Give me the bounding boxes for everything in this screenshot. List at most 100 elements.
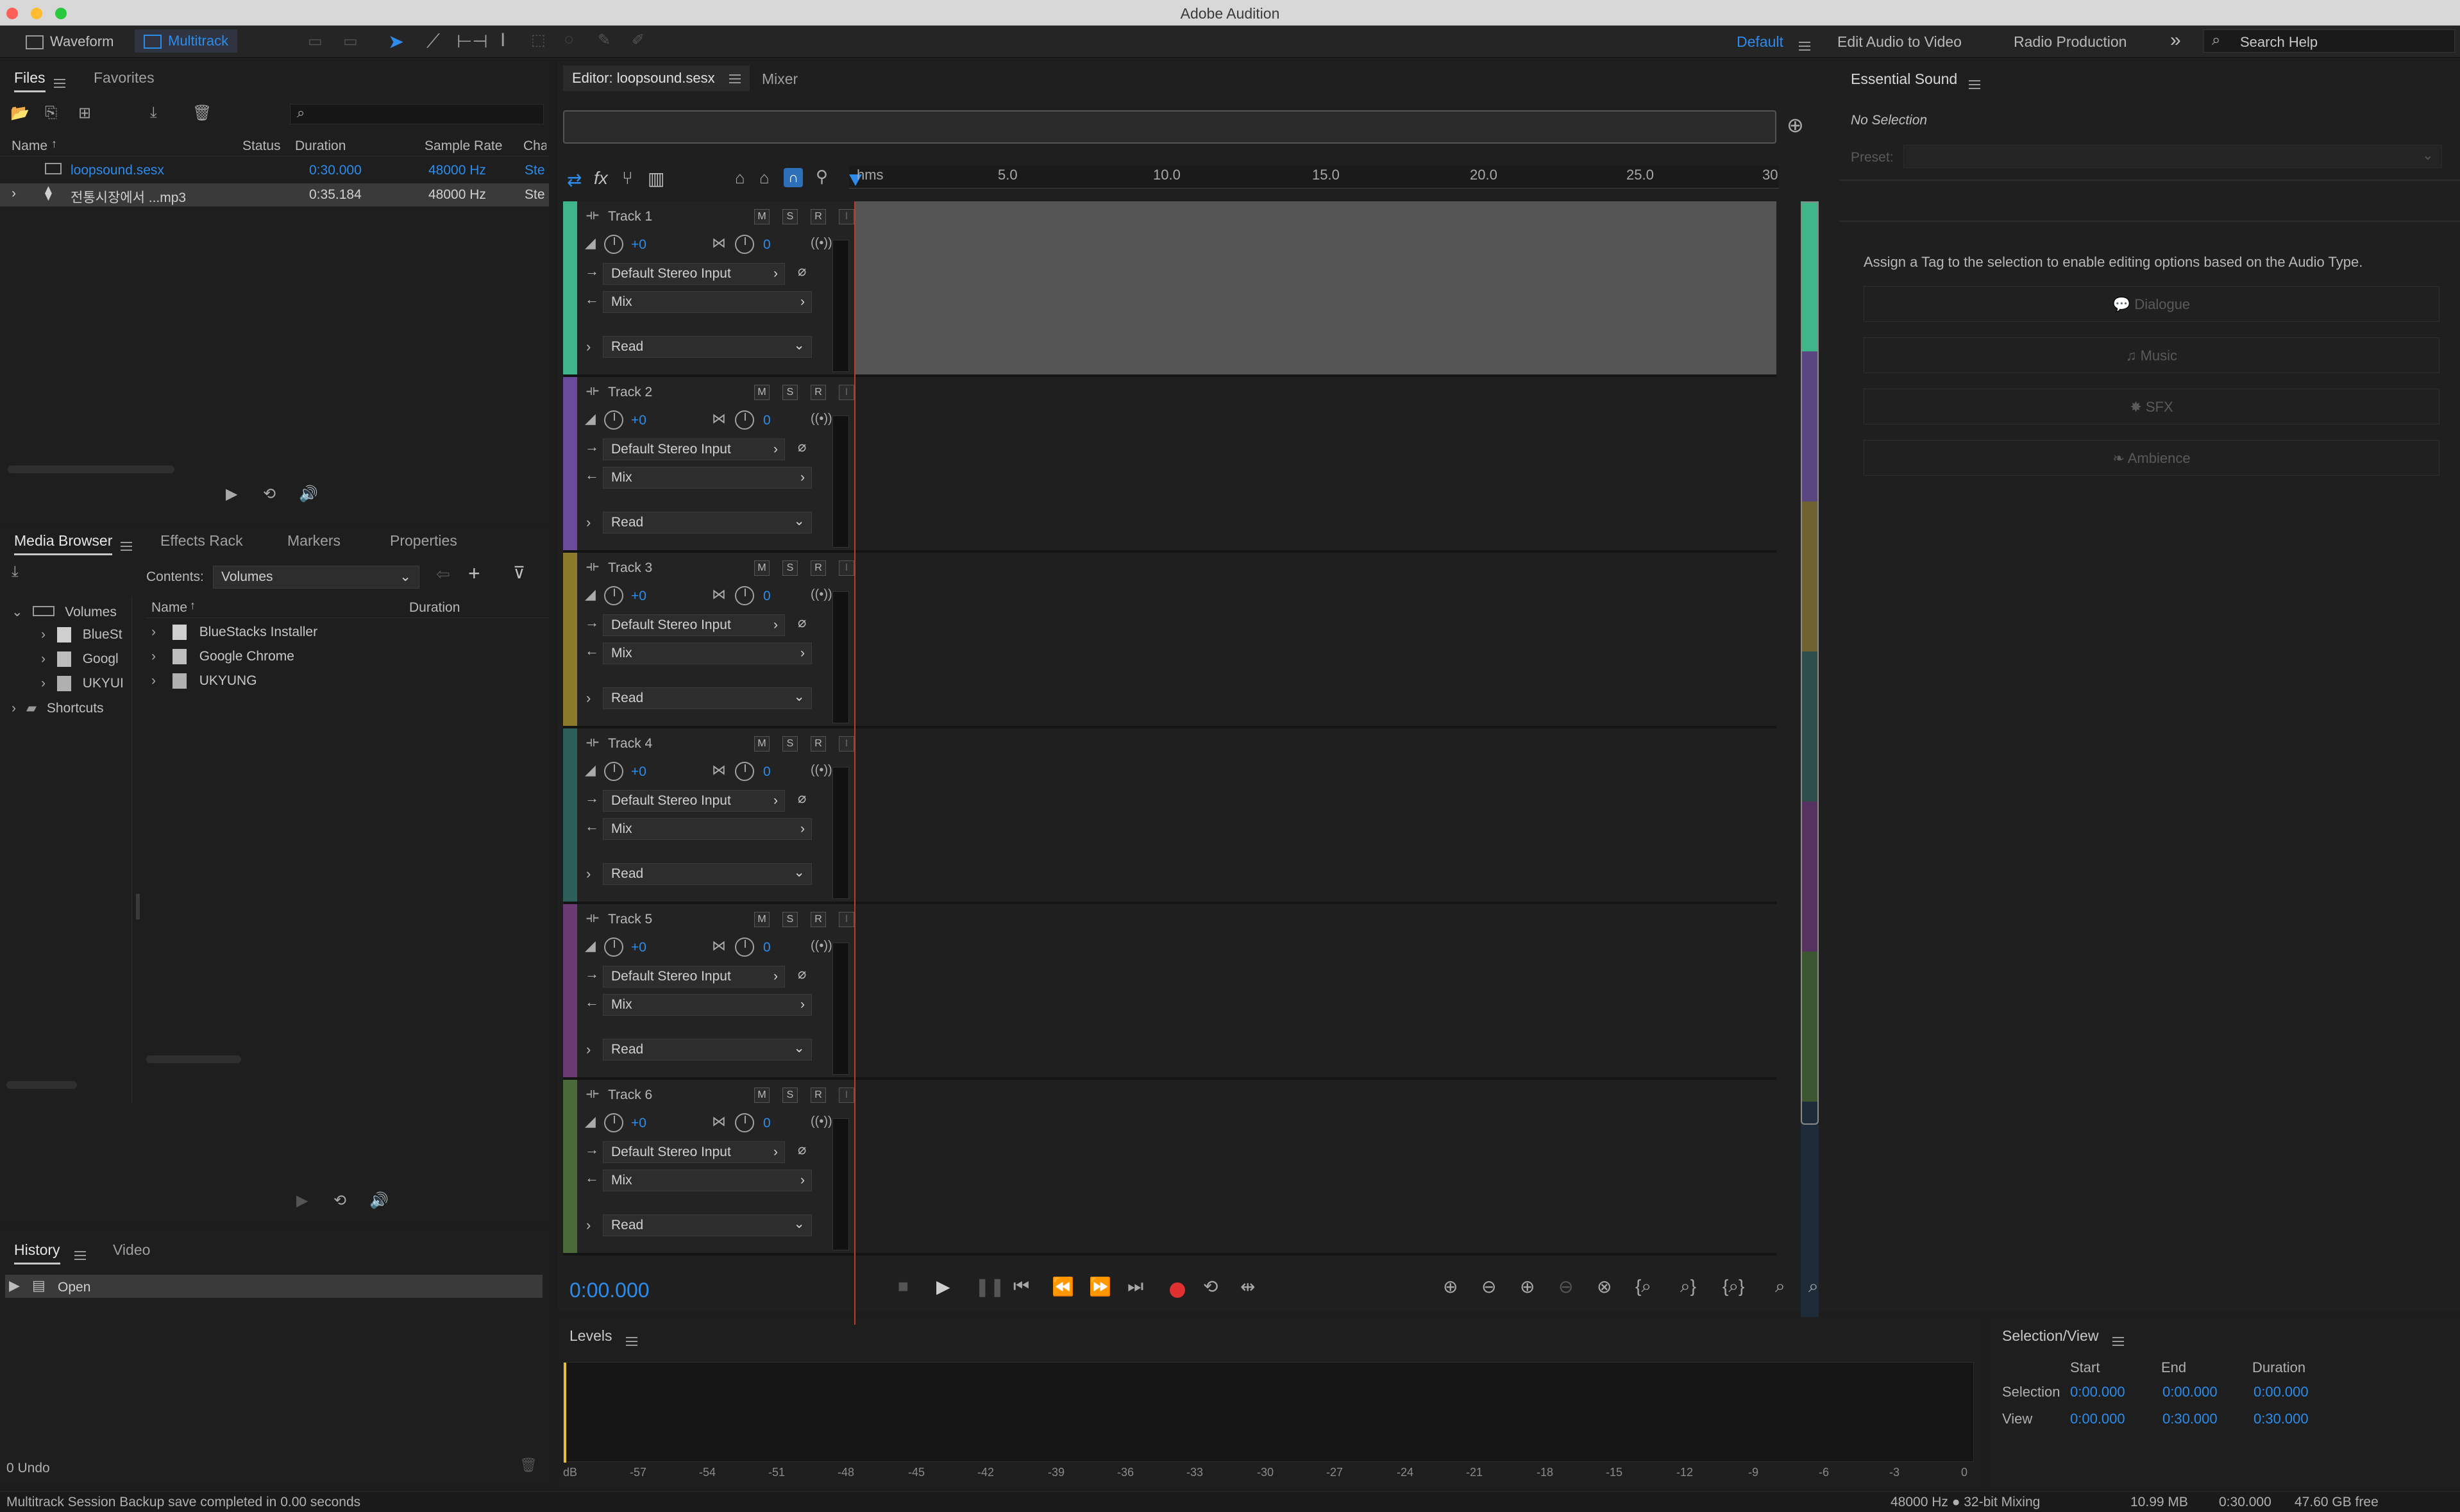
fast-forward-button[interactable]: ⏩ bbox=[1089, 1276, 1111, 1297]
media-list-item[interactable]: › Google Chrome bbox=[151, 649, 294, 665]
tab-markers[interactable]: Markers bbox=[287, 532, 341, 550]
contents-dropdown[interactable]: Volumes ⌄ bbox=[213, 566, 419, 589]
automation-mode-dropdown[interactable]: Read ⌄ bbox=[603, 1039, 812, 1061]
pan-value[interactable]: 0 bbox=[763, 764, 771, 780]
view-end[interactable]: 0:30.000 bbox=[2162, 1411, 2218, 1427]
volume-value[interactable]: +0 bbox=[631, 764, 646, 780]
vertical-zoom-navigator[interactable] bbox=[1801, 201, 1819, 1323]
mute-button[interactable]: M bbox=[754, 1088, 770, 1103]
loop-preview-icon[interactable]: ⟲ bbox=[263, 485, 276, 503]
track-drag-icon[interactable]: ⟛ bbox=[586, 206, 599, 223]
metronome-icon[interactable]: ⌂ bbox=[735, 168, 745, 188]
play-button[interactable]: ▶ bbox=[936, 1276, 950, 1297]
zoom-to-selection-icon[interactable]: ⊕ bbox=[1787, 113, 1804, 137]
output-dropdown[interactable]: Mix › bbox=[603, 643, 812, 664]
zoom-out-full-icon[interactable]: ⊗ bbox=[1597, 1276, 1612, 1297]
record-button[interactable] bbox=[1170, 1282, 1185, 1298]
music-type-button[interactable]: ♫ Music bbox=[1864, 337, 2439, 373]
pan-value[interactable]: 0 bbox=[763, 940, 771, 955]
automation-expand-icon[interactable]: › bbox=[586, 339, 591, 355]
editor-menu-icon[interactable] bbox=[729, 74, 741, 84]
more-workspaces-icon[interactable]: » bbox=[2170, 29, 2181, 51]
tab-mixer[interactable]: Mixer bbox=[762, 71, 798, 88]
output-dropdown[interactable]: Mix › bbox=[603, 994, 812, 1016]
automation-mode-dropdown[interactable]: Read ⌄ bbox=[603, 512, 812, 533]
magnet-icon[interactable]: ∩ bbox=[784, 168, 803, 187]
tree-item-ukyung[interactable]: › UKYUI bbox=[41, 676, 131, 692]
output-dropdown[interactable]: Mix › bbox=[603, 291, 812, 313]
col-duration[interactable]: Duration bbox=[295, 139, 346, 154]
monitor-input-button[interactable]: I bbox=[839, 912, 854, 927]
loop-playback-button[interactable]: ⟲ bbox=[1203, 1276, 1218, 1297]
track-drag-icon[interactable]: ⟛ bbox=[586, 734, 599, 750]
input-dropdown[interactable]: Default Stereo Input › bbox=[603, 614, 785, 636]
healing-tool-icon[interactable]: ✐ bbox=[632, 31, 644, 49]
tree-item-google[interactable]: › Googl bbox=[41, 651, 131, 668]
track-drag-icon[interactable]: ⟛ bbox=[586, 1085, 599, 1102]
volume-value[interactable]: +0 bbox=[631, 413, 646, 428]
phase-invert-icon[interactable]: ⌀ bbox=[798, 1141, 806, 1158]
automation-mode-dropdown[interactable]: Read ⌄ bbox=[603, 687, 812, 709]
stereo-icon[interactable]: ((•)) bbox=[811, 763, 832, 778]
stereo-icon[interactable]: ((•)) bbox=[811, 939, 832, 953]
record-arm-button[interactable]: R bbox=[811, 209, 826, 224]
track-drag-icon[interactable]: ⟛ bbox=[586, 382, 599, 399]
track-name[interactable]: Track 6 bbox=[608, 1088, 652, 1103]
track-lane[interactable] bbox=[854, 728, 1776, 902]
volume-knob[interactable] bbox=[604, 410, 623, 430]
volume-value[interactable]: +0 bbox=[631, 589, 646, 604]
phase-invert-icon[interactable]: ⌀ bbox=[798, 966, 806, 982]
output-dropdown[interactable]: Mix › bbox=[603, 467, 812, 489]
stereo-icon[interactable]: ((•)) bbox=[811, 587, 832, 602]
col-channels[interactable]: Cha bbox=[523, 139, 546, 154]
essential-sound-title[interactable]: Essential Sound bbox=[1851, 71, 1957, 88]
workspace-default[interactable]: Default bbox=[1737, 33, 1783, 51]
input-dropdown[interactable]: Default Stereo Input › bbox=[603, 790, 785, 812]
zoom-tracks-icon[interactable]: ⌕ bbox=[1775, 1276, 1785, 1297]
file-row[interactable]: › ⧫ 전통시장에서 ...mp3 0:35.184 48000 Hz Ste bbox=[0, 183, 549, 206]
levels-menu-icon[interactable] bbox=[626, 1337, 637, 1347]
pan-knob[interactable] bbox=[735, 235, 754, 254]
workspace-menu-icon[interactable] bbox=[1799, 42, 1810, 51]
tree-item-shortcuts[interactable]: › ▰ Shortcuts bbox=[12, 700, 104, 716]
zoom-in-point-in-icon[interactable]: {⌕ bbox=[1635, 1276, 1651, 1297]
navigator-handle[interactable] bbox=[1801, 201, 1819, 1125]
move-tool-icon[interactable]: ➤ bbox=[388, 31, 404, 53]
record-arm-button[interactable]: R bbox=[811, 1088, 826, 1103]
search-help-box[interactable]: ⌕ Search Help bbox=[2203, 29, 2455, 53]
open-file-icon[interactable]: 📂 bbox=[10, 104, 29, 122]
automation-expand-icon[interactable]: › bbox=[586, 1041, 591, 1058]
pan-value[interactable]: 0 bbox=[763, 237, 771, 253]
waveform-mode-button[interactable]: Waveform bbox=[19, 31, 120, 53]
automation-expand-icon[interactable]: › bbox=[586, 514, 591, 531]
volume-knob[interactable] bbox=[604, 586, 623, 605]
automation-mode-dropdown[interactable]: Read ⌄ bbox=[603, 1214, 812, 1236]
marker-icon[interactable]: ⚲ bbox=[816, 167, 828, 187]
delete-file-icon[interactable]: 🗑 bbox=[192, 104, 212, 122]
stereo-icon[interactable]: ((•)) bbox=[811, 412, 832, 426]
solo-button[interactable]: S bbox=[782, 736, 798, 752]
volume-value[interactable]: +0 bbox=[631, 1116, 646, 1131]
zoom-in-point-out-icon[interactable]: ⌕} bbox=[1680, 1276, 1696, 1297]
solo-button[interactable]: S bbox=[782, 209, 798, 224]
levels-title[interactable]: Levels bbox=[569, 1327, 612, 1345]
automation-expand-icon[interactable]: › bbox=[586, 866, 591, 882]
essential-menu-icon[interactable] bbox=[1969, 80, 1980, 90]
track-lane[interactable] bbox=[854, 904, 1776, 1077]
phase-invert-icon[interactable]: ⌀ bbox=[798, 614, 806, 631]
record-arm-button[interactable]: R bbox=[811, 560, 826, 576]
selection-view-title[interactable]: Selection/View bbox=[2002, 1327, 2098, 1345]
track-header[interactable]: ⟛ Track 1 M S R I ◢ +0 ⋈ 0 ((•)) → Defau… bbox=[577, 201, 854, 374]
track-header[interactable]: ⟛ Track 3 M S R I ◢ +0 ⋈ 0 ((•)) → Defau… bbox=[577, 553, 854, 726]
input-dropdown[interactable]: Default Stereo Input › bbox=[603, 263, 785, 285]
tab-video[interactable]: Video bbox=[113, 1241, 150, 1259]
filter-icon[interactable]: ⊽ bbox=[513, 563, 525, 583]
delete-history-icon[interactable]: 🗑 bbox=[519, 1457, 537, 1474]
pan-knob[interactable] bbox=[735, 937, 754, 957]
track-header[interactable]: ⟛ Track 4 M S R I ◢ +0 ⋈ 0 ((•)) → Defau… bbox=[577, 728, 854, 902]
track-name[interactable]: Track 3 bbox=[608, 560, 652, 576]
track-header[interactable]: ⟛ Track 2 M S R I ◢ +0 ⋈ 0 ((•)) → Defau… bbox=[577, 377, 854, 550]
media-list-item[interactable]: › UKYUNG bbox=[151, 673, 257, 689]
mute-button[interactable]: M bbox=[754, 385, 770, 400]
media-menu-icon[interactable] bbox=[121, 542, 132, 551]
